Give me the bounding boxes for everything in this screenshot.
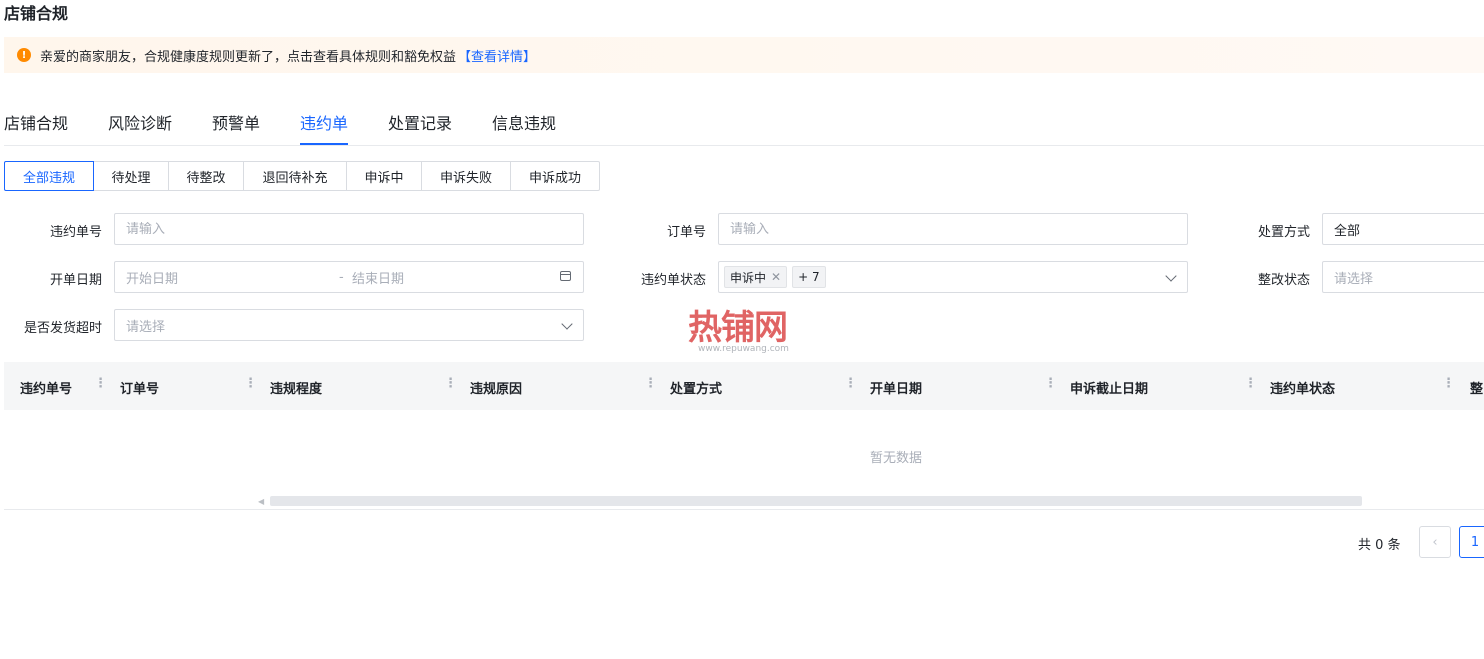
segment-appeal-failed[interactable]: 申诉失败 — [422, 161, 511, 191]
tab-store-compliance[interactable]: 店铺合规 — [4, 110, 68, 145]
segment-all-violations[interactable]: 全部违规 — [4, 161, 94, 191]
column-header[interactable]: 开单日期 — [870, 378, 922, 397]
violation-status-multiselect[interactable]: 申诉中 ✕ + 7 — [718, 261, 1188, 293]
segment-appealing[interactable]: 申诉中 — [347, 161, 422, 191]
status-tag-label: 申诉中 — [730, 270, 767, 285]
disposal-method-label: 处置方式 — [1257, 225, 1310, 240]
status-more-tag[interactable]: + 7 — [792, 266, 826, 288]
column-header[interactable]: 违规程度 — [270, 378, 322, 397]
segment-returned-supplement[interactable]: 退回待补充 — [244, 161, 347, 191]
disposal-method-select[interactable]: 全部 — [1322, 213, 1484, 245]
column-header[interactable]: 整 — [1470, 378, 1483, 397]
segment-appeal-success[interactable]: 申诉成功 — [511, 161, 600, 191]
chevron-down-icon[interactable] — [561, 318, 573, 330]
column-resize-handle[interactable]: ⋮ — [444, 376, 457, 391]
column-header[interactable]: 订单号 — [120, 378, 159, 397]
column-resize-handle[interactable]: ⋮ — [244, 376, 257, 391]
start-date-placeholder[interactable]: 开始日期 — [126, 268, 178, 287]
prev-page-button[interactable]: ‹ — [1419, 526, 1451, 558]
rectify-status-select[interactable]: 请选择 — [1322, 261, 1484, 293]
order-no-input-wrap — [718, 213, 1188, 245]
tab-violation-orders[interactable]: 违约单 — [300, 110, 349, 145]
calendar-icon[interactable] — [560, 271, 571, 281]
open-date-range-picker[interactable]: 开始日期 - 结束日期 — [114, 261, 584, 293]
page-title: 店铺合规 — [4, 4, 69, 23]
violation-no-input[interactable] — [126, 221, 583, 237]
notice-banner: ! 亲爱的商家朋友，合规健康度规则更新了，点击查看具体规则和豁免权益 【查看详情… — [4, 37, 1484, 73]
order-no-label: 订单号 — [666, 225, 706, 240]
column-resize-handle[interactable]: ⋮ — [644, 376, 657, 391]
column-resize-handle[interactable]: ⋮ — [94, 376, 107, 391]
shipping-timeout-label: 是否发货超时 — [23, 321, 102, 336]
total-count: 共 0 条 — [1358, 538, 1401, 553]
table-bottom-divider — [4, 509, 1484, 510]
column-resize-handle[interactable]: ⋮ — [1442, 376, 1455, 391]
watermark-brand: 热铺网 — [688, 308, 788, 348]
column-header[interactable]: 违约单状态 — [1270, 378, 1335, 397]
page-1-button[interactable]: 1 — [1459, 526, 1484, 558]
repuwang-watermark-logo: 热铺网 www.repuwang.com — [688, 300, 800, 360]
scrollbar-thumb[interactable] — [270, 496, 1362, 506]
notice-detail-link[interactable]: 【查看详情】 — [458, 46, 536, 65]
column-header[interactable]: 处置方式 — [670, 378, 722, 397]
column-header[interactable]: 违规原因 — [470, 378, 522, 397]
column-header[interactable]: 违约单号 — [20, 378, 72, 397]
table-header: 违约单号 ⋮ 订单号 ⋮ 违规程度 ⋮ 违规原因 ⋮ 处置方式 ⋮ 开单日期 ⋮… — [4, 362, 1484, 410]
rectify-status-placeholder: 请选择 — [1334, 271, 1374, 287]
notice-text: 亲爱的商家朋友，合规健康度规则更新了，点击查看具体规则和豁免权益 — [40, 49, 457, 65]
rectify-status-label: 整改状态 — [1257, 273, 1310, 288]
tab-info-violations[interactable]: 信息违规 — [492, 110, 556, 145]
violation-no-label: 违约单号 — [49, 225, 102, 240]
column-resize-handle[interactable]: ⋮ — [844, 376, 857, 391]
chevron-down-icon[interactable] — [1165, 270, 1177, 282]
order-no-input[interactable] — [730, 221, 1187, 237]
watermark-url: www.repuwang.com — [698, 344, 789, 354]
date-range-separator: - — [339, 269, 344, 285]
tab-warning-orders[interactable]: 预警单 — [212, 110, 260, 145]
open-date-label: 开单日期 — [49, 273, 102, 288]
column-resize-handle[interactable]: ⋮ — [1044, 376, 1057, 391]
violation-status-label: 违约单状态 — [640, 273, 706, 288]
tab-risk-diagnosis[interactable]: 风险诊断 — [108, 110, 172, 145]
column-resize-handle[interactable]: ⋮ — [1244, 376, 1257, 391]
status-tag-appealing: 申诉中 ✕ — [724, 266, 788, 288]
warning-icon: ! — [17, 48, 31, 62]
segment-pending[interactable]: 待处理 — [94, 161, 169, 191]
tab-bar: 店铺合规 风险诊断 预警单 违约单 处置记录 信息违规 — [4, 100, 1484, 146]
shipping-timeout-placeholder: 请选择 — [126, 319, 166, 335]
empty-state-text: 暂无数据 — [870, 451, 923, 466]
horizontal-scrollbar[interactable]: ◀ — [258, 494, 1362, 508]
status-segmented-control: 全部违规 待处理 待整改 退回待补充 申诉中 申诉失败 申诉成功 — [4, 161, 600, 191]
end-date-placeholder[interactable]: 结束日期 — [352, 268, 404, 287]
column-header[interactable]: 申诉截止日期 — [1070, 378, 1148, 397]
shipping-timeout-select[interactable]: 请选择 — [114, 309, 584, 341]
disposal-method-value: 全部 — [1334, 223, 1361, 239]
violation-no-input-wrap — [114, 213, 584, 245]
tag-close-icon[interactable]: ✕ — [771, 270, 781, 284]
segment-to-rectify[interactable]: 待整改 — [169, 161, 244, 191]
scroll-left-icon[interactable]: ◀ — [258, 497, 264, 506]
tab-disposal-records[interactable]: 处置记录 — [388, 110, 452, 145]
